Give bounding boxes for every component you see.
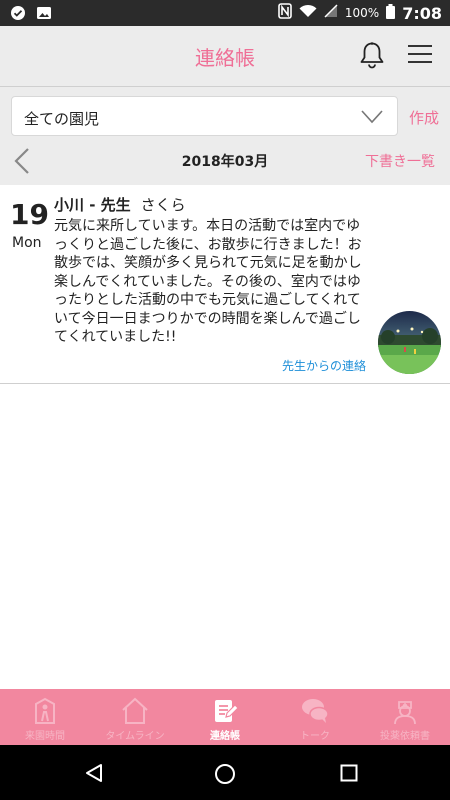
bottom-tab-bar: 来園時間 タイムライン 連絡帳 トーク 投薬依頼書 <box>0 689 450 745</box>
teacher-name: 小川 - 先生 <box>54 196 131 214</box>
recent-apps-icon[interactable] <box>340 764 358 786</box>
wifi-icon <box>299 4 317 22</box>
nurse-icon <box>394 701 416 725</box>
image-icon <box>36 5 52 25</box>
create-button[interactable]: 作成 <box>409 107 439 128</box>
tab-notebook[interactable]: 連絡帳 <box>180 689 270 745</box>
notebook-entry[interactable]: 19 Mon 小川 - 先生 さくら 元気に来所しています。本日の活動では室内でゆ… <box>0 185 450 384</box>
bell-icon[interactable] <box>359 41 385 73</box>
entry-weekday: Mon <box>12 235 42 251</box>
filter-area: 全ての園児 作成 2018年03月 下書き一覧 <box>0 87 450 185</box>
chat-icon <box>302 699 329 723</box>
tab-label: 連絡帳 <box>210 731 240 742</box>
tab-timeline[interactable]: タイムライン <box>90 689 180 745</box>
entry-source-label: 先生からの連絡 <box>281 359 366 373</box>
child-filter-value: 全ての園児 <box>24 110 100 128</box>
check-circle-icon <box>10 5 26 25</box>
battery-icon <box>386 3 396 23</box>
back-icon[interactable] <box>84 763 104 787</box>
tab-label: 来園時間 <box>25 731 65 742</box>
entry-body: 元気に来所しています。本日の活動では室内でゆっくりと過ごした後に、お散歩に行きま… <box>54 218 362 345</box>
entry-day: 19 <box>10 198 49 231</box>
battery-percent: 100% <box>344 6 380 20</box>
app-header: 連絡帳 <box>0 26 450 87</box>
tab-medication[interactable]: 投薬依頼書 <box>360 689 450 745</box>
entry-photo-thumbnail[interactable] <box>378 311 441 374</box>
tab-label: タイムライン <box>105 731 165 742</box>
status-bar: 100% 7:08 <box>0 0 450 26</box>
home-icon <box>122 697 148 724</box>
clock: 7:08 <box>402 3 442 23</box>
entry-author: 小川 - 先生 さくら <box>54 194 186 215</box>
signal-icon <box>324 4 338 22</box>
hamburger-menu-icon[interactable] <box>407 44 433 68</box>
tab-arrival[interactable]: 来園時間 <box>0 689 90 745</box>
nfc-icon <box>278 3 292 23</box>
tab-label: 投薬依頼書 <box>380 731 430 742</box>
system-nav-bar <box>0 745 450 800</box>
notebook-icon <box>215 700 239 722</box>
arrival-icon <box>35 697 55 724</box>
tab-talk[interactable]: トーク <box>270 689 360 745</box>
home-circle-icon[interactable] <box>214 763 236 789</box>
child-filter-select[interactable]: 全ての園児 <box>11 96 398 136</box>
tab-label: トーク <box>300 731 330 742</box>
child-name: さくら <box>140 196 186 214</box>
drafts-list-link[interactable]: 下書き一覧 <box>365 151 435 171</box>
chevron-down-icon <box>361 109 383 128</box>
